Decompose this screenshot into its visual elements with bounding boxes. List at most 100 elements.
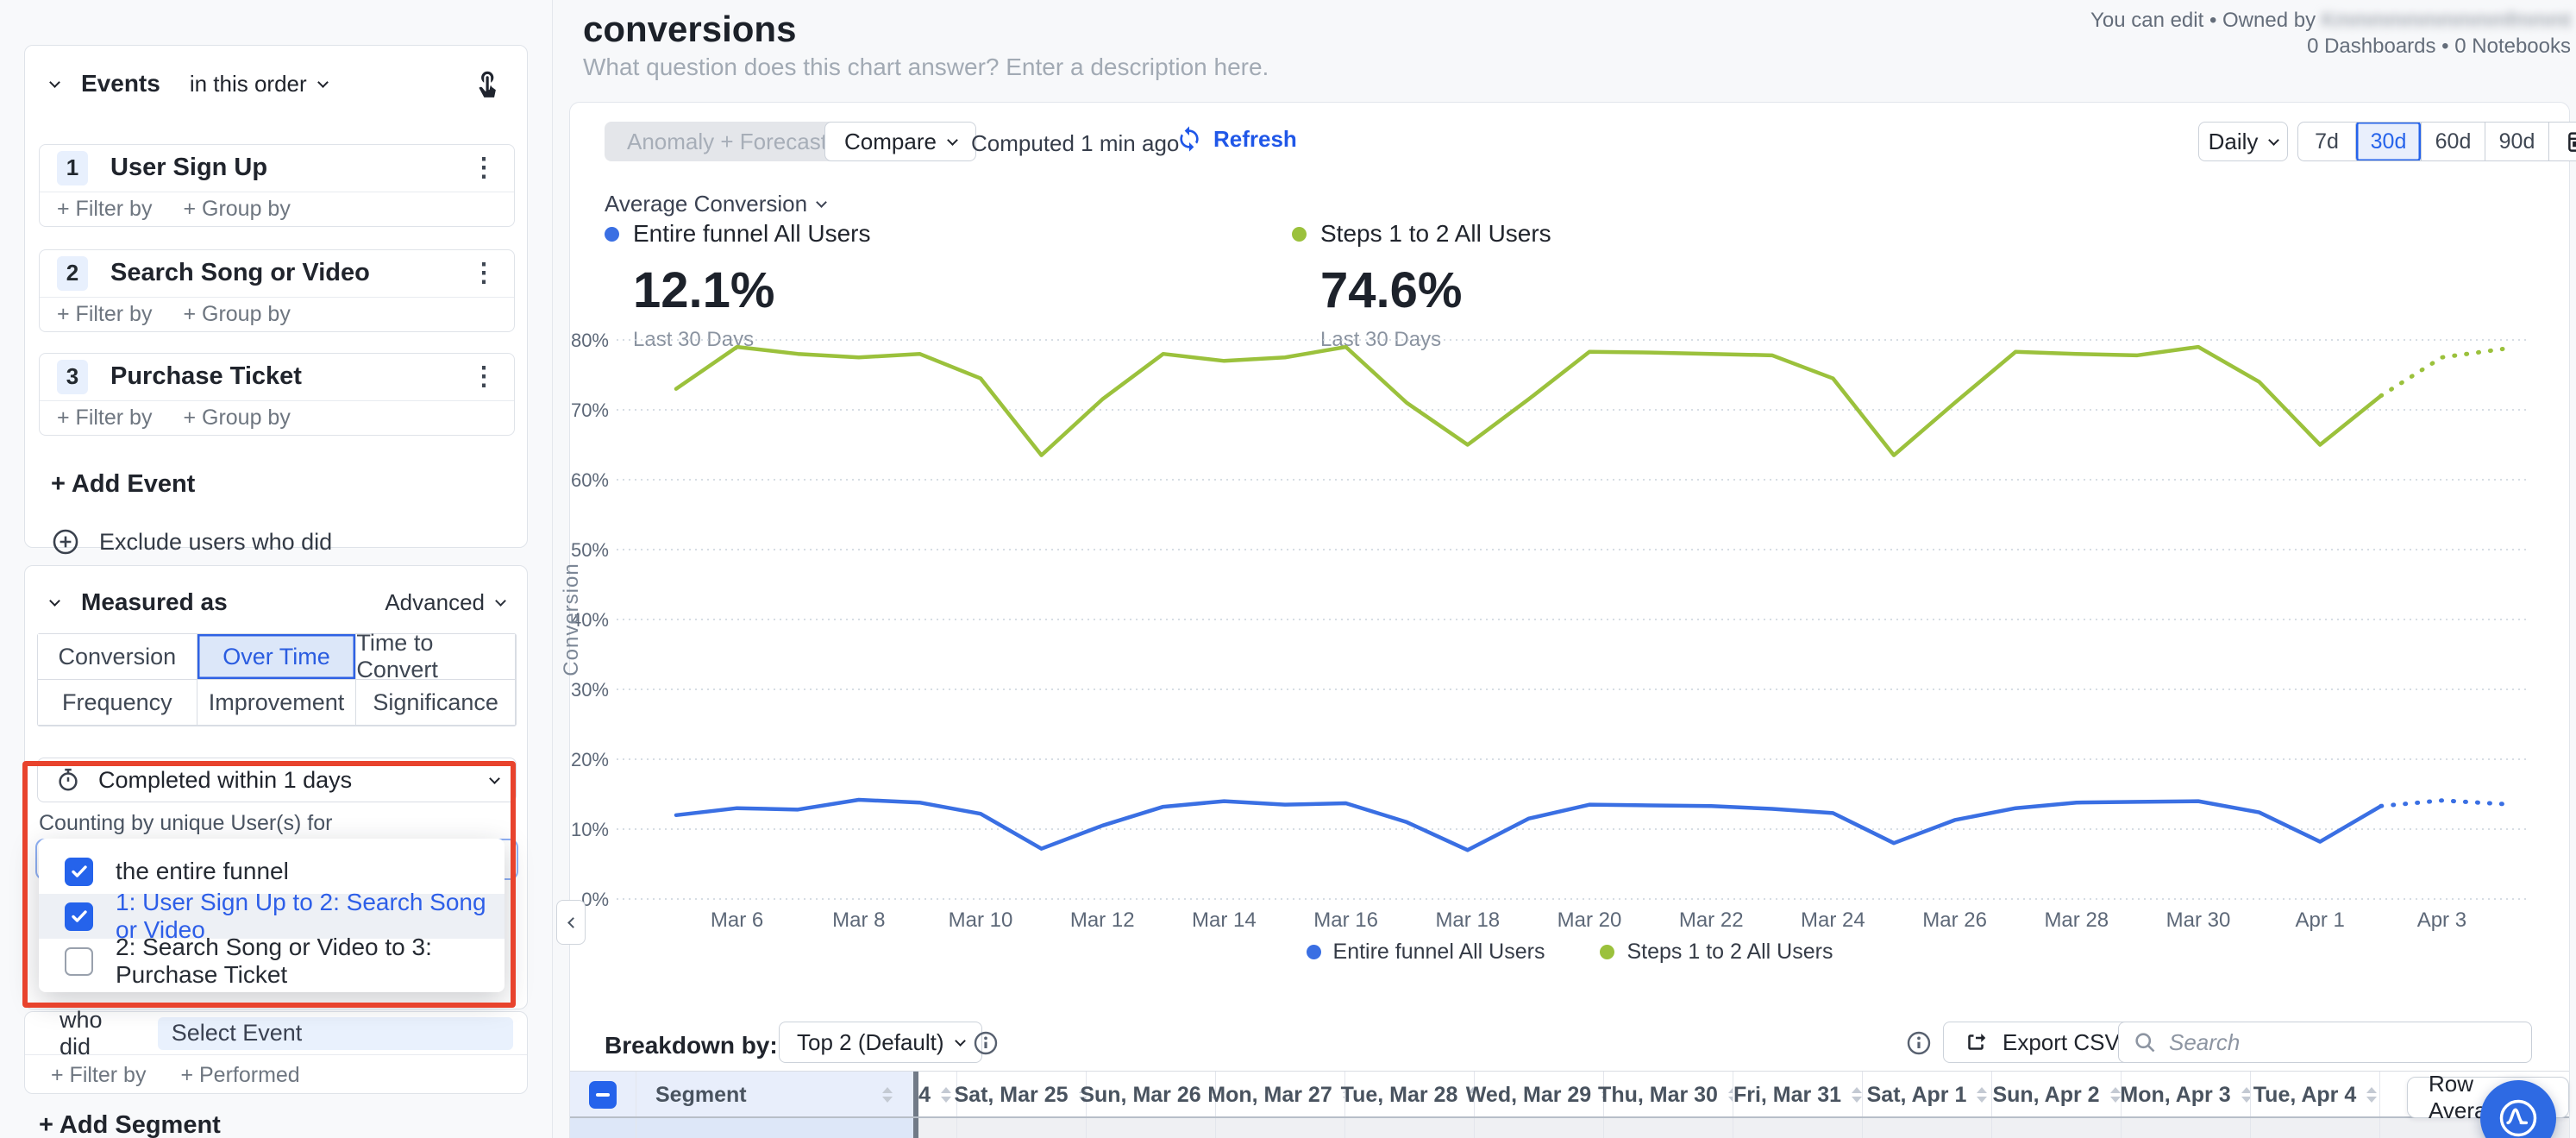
table-row-cell	[1733, 1118, 1862, 1138]
table-row-cell	[2121, 1118, 2250, 1138]
event-block: 2Search Song or Video⋮ + Filter by + Group…	[39, 249, 515, 332]
svg-text:Mar 22: Mar 22	[1679, 909, 1744, 932]
table-header-cell[interactable]: Wed, Mar 29	[1474, 1072, 1603, 1118]
kebab-menu-icon[interactable]: ⋮	[471, 153, 497, 183]
chart-title[interactable]: conversions	[583, 9, 796, 50]
info-icon[interactable]	[1905, 1029, 1933, 1057]
add-event-button[interactable]: + Add Event	[51, 470, 195, 499]
table-header-cell[interactable]: Thu, Mar 30	[1603, 1072, 1733, 1118]
date-column-label: Wed, Mar 29	[1466, 1083, 1591, 1108]
sort-up-arrow	[941, 1087, 951, 1093]
tab-time-to-convert[interactable]: Time to Convert	[356, 634, 516, 680]
sort-icon[interactable]	[1852, 1087, 1862, 1103]
metric-selector-dropdown[interactable]: Average Conversion	[605, 191, 825, 217]
add-segment-button[interactable]: + Add Segment	[39, 1111, 221, 1138]
annotation-red-box	[22, 761, 516, 1008]
table-header-cell[interactable]: Sat, Mar 25	[956, 1072, 1086, 1118]
event-block: 1User Sign Up⋮ + Filter by + Group by	[39, 144, 515, 227]
table-row-cell	[1603, 1118, 1733, 1138]
sort-icon[interactable]	[1977, 1087, 1987, 1103]
segment-filter-by-button[interactable]: + Filter by	[51, 1063, 146, 1088]
segment-panel: who did Select Event + Filter by + Perfo…	[24, 1011, 528, 1094]
sort-up-arrow	[2366, 1087, 2377, 1093]
compare-dropdown[interactable]: Compare	[824, 122, 976, 161]
event-order-dropdown[interactable]: in this order	[190, 71, 327, 97]
exclude-users-button[interactable]: Exclude users who did	[51, 527, 332, 556]
chevron-down-icon	[317, 77, 329, 88]
date-column-label: Sat, Mar 25	[955, 1083, 1069, 1108]
chart-description-placeholder[interactable]: What question does this chart answer? En…	[583, 53, 1269, 81]
advanced-dropdown[interactable]: Advanced	[385, 589, 505, 616]
sort-icon[interactable]	[882, 1087, 893, 1103]
table-header-cell[interactable]: Segment	[636, 1072, 913, 1118]
svg-text:Mar 8: Mar 8	[832, 909, 885, 932]
event-title-row[interactable]: 2Search Song or Video⋮	[40, 250, 514, 298]
table-header-cell[interactable]: Tue, Apr 4	[2250, 1072, 2379, 1118]
filter-by-button[interactable]: + Filter by	[57, 406, 152, 431]
date-range-calendar-dropdown[interactable]	[2548, 122, 2576, 161]
svg-text:Mar 18: Mar 18	[1435, 909, 1500, 932]
segment-performed-button[interactable]: + Performed	[180, 1063, 299, 1088]
sort-up-arrow	[882, 1087, 893, 1093]
tab-conversion[interactable]: Conversion	[38, 634, 197, 680]
sort-down-arrow	[941, 1097, 951, 1103]
kebab-menu-icon[interactable]: ⋮	[471, 362, 497, 392]
sort-icon[interactable]	[941, 1087, 951, 1103]
conversion-chart[interactable]: 0%10%20%30%40%50%60%70%80%ConversionMar …	[552, 318, 2576, 975]
table-row-cell	[1474, 1118, 1603, 1138]
table-header-cell[interactable]: Sun, Apr 2	[1991, 1072, 2121, 1118]
info-icon[interactable]	[972, 1029, 1000, 1057]
table-header-cell[interactable]: Sun, Mar 26	[1086, 1072, 1215, 1118]
event-actions-row: + Filter by + Group by	[40, 298, 514, 331]
granularity-dropdown[interactable]: Daily	[2198, 122, 2288, 161]
svg-text:50%: 50%	[571, 539, 609, 561]
tab-frequency[interactable]: Frequency	[38, 680, 197, 726]
filter-by-button[interactable]: + Filter by	[57, 302, 152, 327]
refresh-button[interactable]: Refresh	[1175, 125, 1297, 153]
export-csv-button[interactable]: Export CSV	[1943, 1022, 2140, 1063]
table-header-cell[interactable]: Fri, Mar 24	[918, 1072, 956, 1118]
event-title-row[interactable]: 1User Sign Up⋮	[40, 145, 514, 192]
chevron-down-icon	[816, 197, 827, 208]
svg-text:Conversion: Conversion	[560, 563, 583, 676]
tab-significance[interactable]: Significance	[356, 680, 516, 726]
range-60d[interactable]: 60d	[2421, 122, 2485, 161]
chevron-left-icon	[567, 917, 579, 928]
svg-text:70%: 70%	[571, 399, 609, 421]
event-step-badge: 3	[57, 360, 88, 394]
table-header-cell[interactable]: Fri, Mar 31	[1733, 1072, 1862, 1118]
group-by-button[interactable]: + Group by	[183, 406, 290, 431]
kebab-menu-icon[interactable]: ⋮	[471, 258, 497, 288]
svg-text:Mar 26: Mar 26	[1922, 909, 1987, 932]
table-header-cell[interactable]: Tue, Mar 28	[1344, 1072, 1474, 1118]
export-icon	[1963, 1029, 1989, 1055]
breakdown-selector-dropdown[interactable]: Top 2 (Default)	[779, 1022, 982, 1063]
tab-over-time[interactable]: Over Time	[197, 634, 357, 680]
range-30d[interactable]: 30d	[2355, 122, 2421, 161]
sort-icon[interactable]	[2110, 1087, 2121, 1103]
select-all-checkbox-indeterminate[interactable]	[589, 1081, 617, 1109]
table-header-cell[interactable]: Mon, Apr 3	[2121, 1072, 2250, 1118]
table-header-cell[interactable]	[570, 1072, 636, 1118]
measure-tabs: ConversionOver TimeTime to Convert Freque…	[37, 633, 517, 726]
event-title-row[interactable]: 3Purchase Ticket⋮	[40, 354, 514, 401]
events-collapse-icon[interactable]	[49, 77, 60, 88]
group-by-button[interactable]: + Group by	[183, 302, 290, 327]
table-header-cell[interactable]: Mon, Mar 27	[1215, 1072, 1344, 1118]
svg-text:Mar 14: Mar 14	[1192, 909, 1257, 932]
sort-icon[interactable]	[2366, 1087, 2377, 1103]
chart-scroll-left-button[interactable]	[556, 900, 586, 945]
search-icon	[2133, 1030, 2157, 1054]
interactive-select-icon[interactable]	[472, 67, 505, 100]
select-event-field[interactable]: Select Event	[158, 1017, 513, 1050]
calendar-icon	[2566, 129, 2576, 154]
tab-improvement[interactable]: Improvement	[197, 680, 357, 726]
table-row-cell	[2250, 1118, 2379, 1138]
filter-by-button[interactable]: + Filter by	[57, 197, 152, 222]
search-input[interactable]	[2169, 1029, 2517, 1056]
range-90d[interactable]: 90d	[2485, 122, 2548, 161]
group-by-button[interactable]: + Group by	[183, 197, 290, 222]
range-7d[interactable]: 7d	[2298, 122, 2355, 161]
measured-collapse-icon[interactable]	[49, 595, 60, 607]
table-header-cell[interactable]: Sat, Apr 1	[1862, 1072, 1991, 1118]
